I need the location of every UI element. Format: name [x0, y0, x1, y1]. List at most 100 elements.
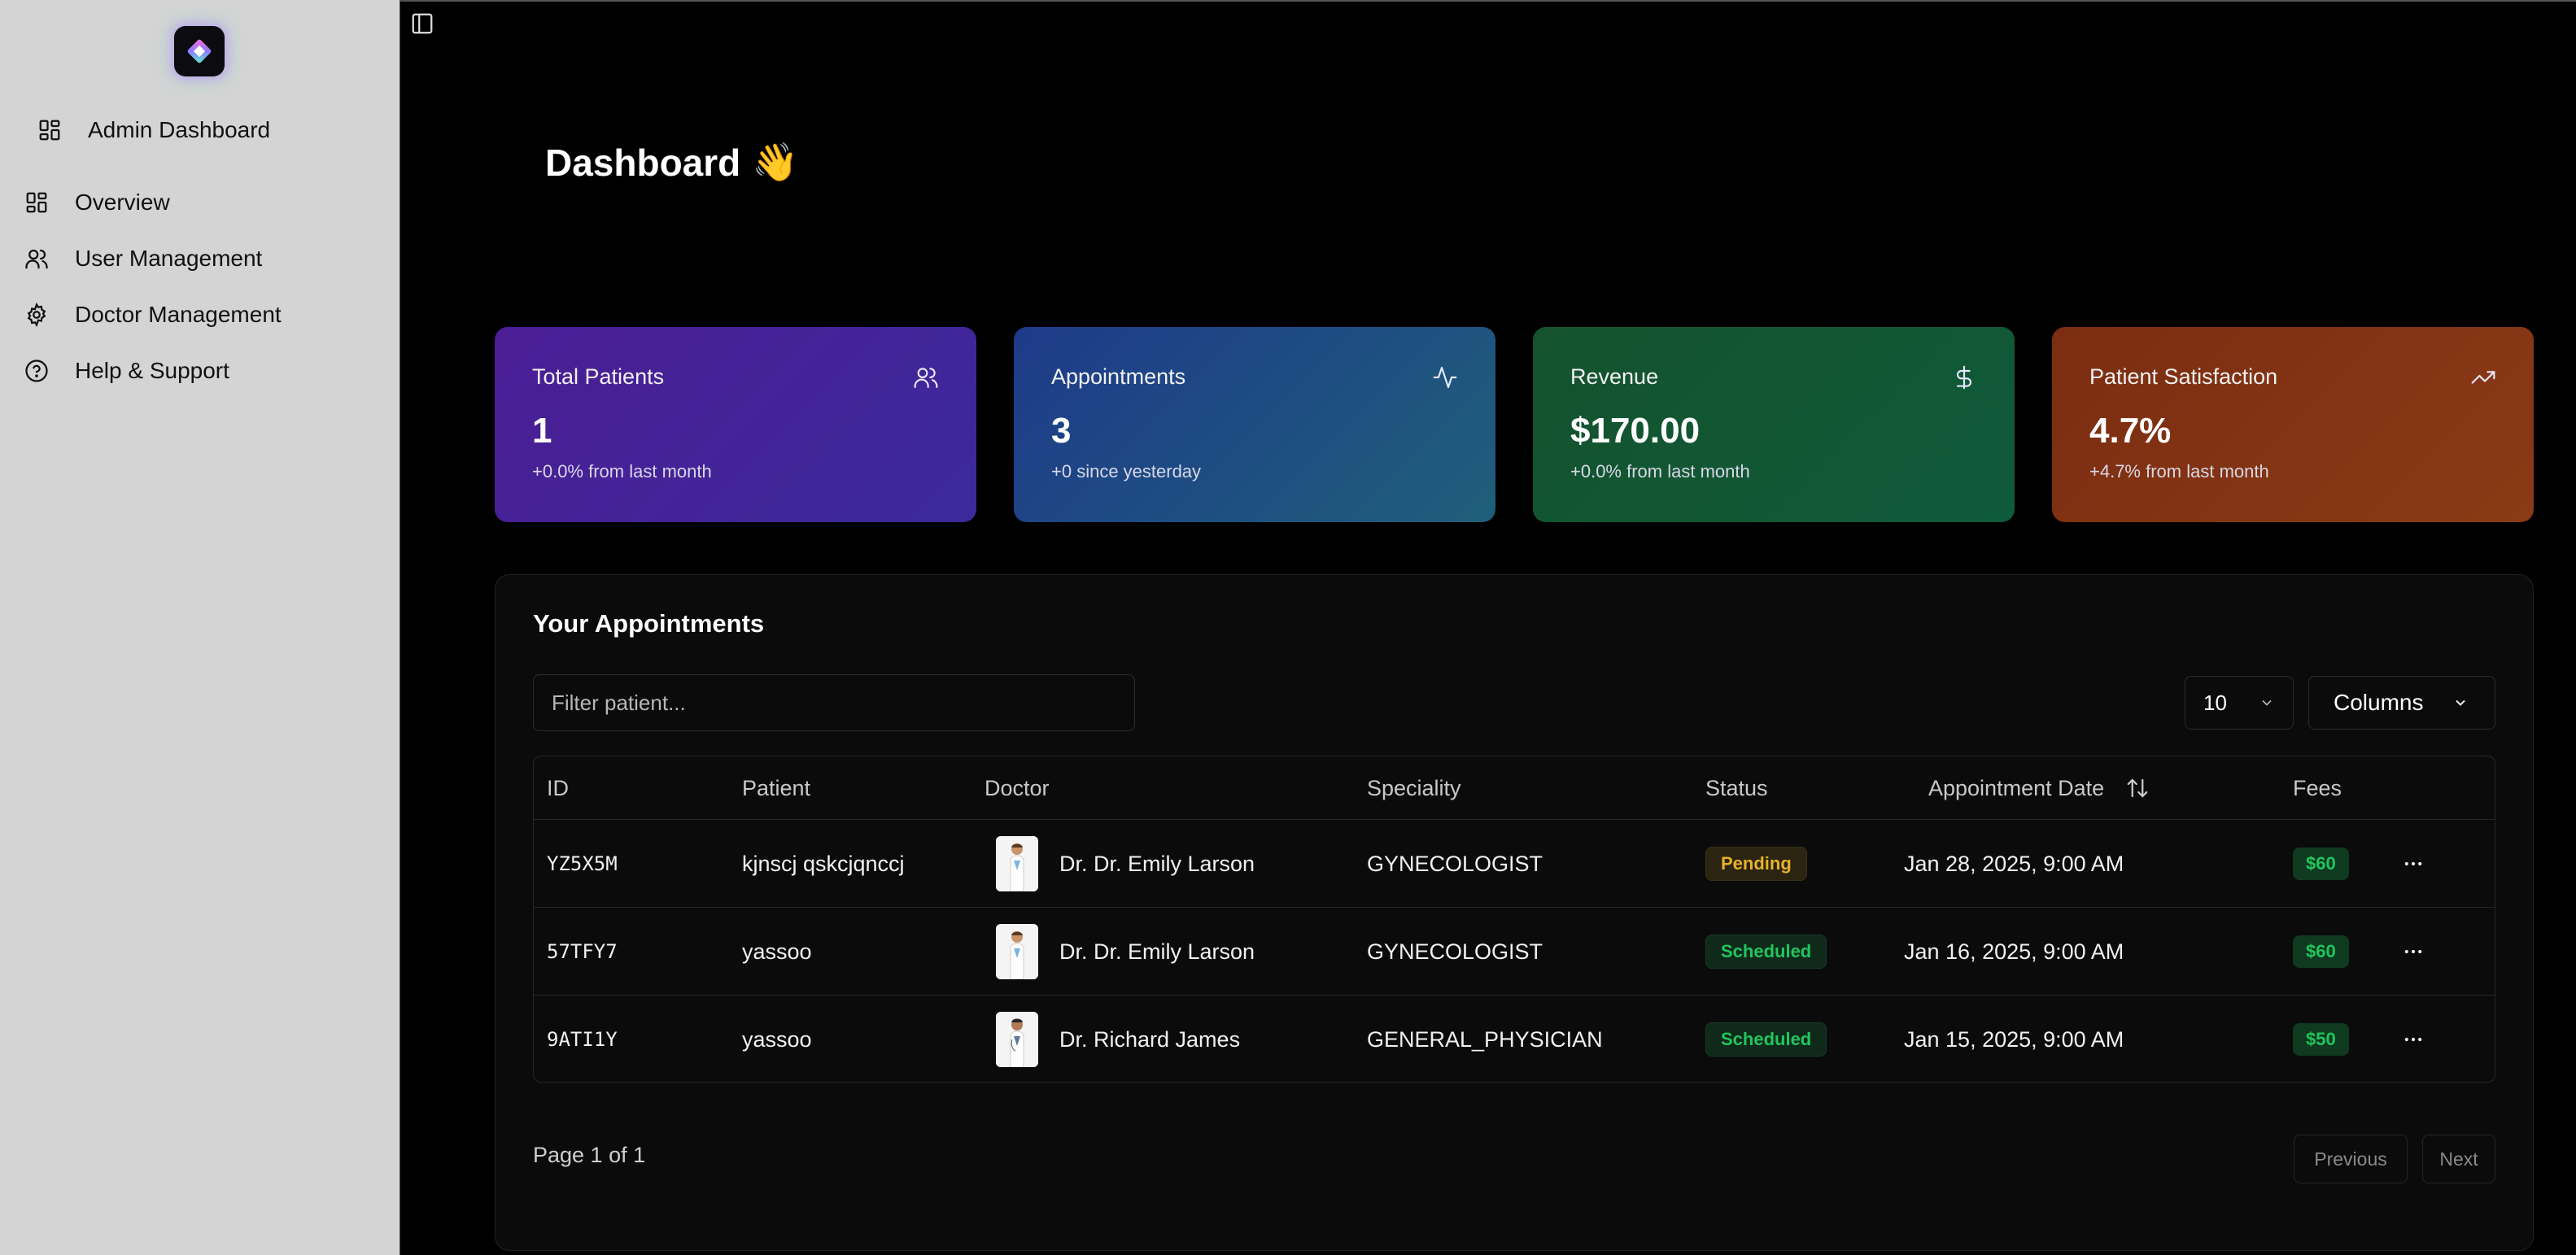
- stat-card-title: Revenue: [1570, 364, 1659, 389]
- doctor-avatar: [996, 836, 1038, 891]
- panel-left-icon: [412, 13, 433, 34]
- more-horizontal-icon: [2404, 861, 2422, 866]
- pagination-info: Page 1 of 1: [533, 1143, 646, 1167]
- cell-doctor: Dr. Richard James: [996, 996, 1241, 1082]
- sidebar-item-label: User Management: [75, 245, 263, 271]
- stat-card-patient-satisfaction: Patient Satisfaction 4.7% +4.7% from las…: [2052, 327, 2534, 522]
- sidebar-item-label: Help & Support: [75, 357, 229, 383]
- columns-button[interactable]: Columns: [2308, 676, 2495, 730]
- sidebar-toggle-button[interactable]: [410, 11, 434, 36]
- grid-icon: [23, 189, 50, 216]
- cell-patient: yassoo: [742, 1026, 812, 1052]
- sort-arrows-icon: [2127, 778, 2148, 798]
- page-title-text: Dashboard: [545, 141, 741, 184]
- doctor-name: Dr. Dr. Emily Larson: [1059, 939, 1255, 964]
- cell-doctor: Dr. Dr. Emily Larson: [996, 908, 1255, 996]
- stat-card-value: 3: [1051, 411, 1072, 451]
- cell-status: Scheduled: [1705, 908, 1827, 996]
- appointments-title: Your Appointments: [533, 609, 765, 638]
- filter-patient-input[interactable]: [533, 674, 1135, 731]
- cell-id: 57TFY7: [547, 940, 618, 963]
- cell-patient: kjnscj qskcjqnccj: [742, 851, 905, 876]
- activity-icon: [1432, 364, 1458, 390]
- sidebar: Admin Dashboard Overview User Management…: [0, 0, 400, 1255]
- cell-doctor: Dr. Dr. Emily Larson: [996, 820, 1255, 908]
- admin-dashboard-link[interactable]: Admin Dashboard: [36, 114, 270, 146]
- previous-page-button[interactable]: Previous: [2294, 1135, 2408, 1183]
- cell-appointment-date: Jan 15, 2025, 9:00 AM: [1904, 1026, 2124, 1052]
- help-circle-icon: [23, 357, 50, 385]
- stat-card-subtext: +0.0% from last month: [1570, 461, 1750, 482]
- stat-card-subtext: +0 since yesterday: [1051, 461, 1202, 482]
- column-header-patient[interactable]: Patient: [742, 756, 810, 820]
- stat-card-revenue: Revenue $170.00 +0.0% from last month: [1533, 327, 2015, 522]
- column-header-appointment-date[interactable]: Appointment Date: [1928, 756, 2150, 820]
- stat-card-value: $170.00: [1570, 411, 1701, 451]
- cell-status: Pending: [1705, 820, 1807, 908]
- table-header: ID Patient Doctor Speciality Status Appo…: [534, 756, 2495, 820]
- table-row[interactable]: YZ5X5M kjnscj qskcjqnccj Dr. Dr. Emily L…: [534, 820, 2495, 908]
- cell-speciality: GYNECOLOGIST: [1367, 851, 1543, 876]
- stat-card-title: Appointments: [1051, 364, 1186, 389]
- more-horizontal-icon: [2404, 1037, 2422, 1042]
- cell-patient: yassoo: [742, 939, 812, 964]
- logo-diamond-icon: [187, 39, 212, 63]
- waving-hand-emoji: 👋: [752, 141, 799, 183]
- app-logo[interactable]: [174, 26, 225, 76]
- cell-speciality: GYNECOLOGIST: [1367, 939, 1543, 964]
- cell-actions: [2397, 996, 2430, 1082]
- doctor-avatar: [996, 1012, 1038, 1067]
- cell-id: YZ5X5M: [547, 852, 618, 875]
- sidebar-item-user-management[interactable]: User Management: [23, 230, 282, 286]
- admin-dashboard-label: Admin Dashboard: [88, 117, 271, 142]
- stat-card-value: 4.7%: [2089, 411, 2172, 451]
- fee-badge: $60: [2293, 935, 2349, 968]
- sidebar-item-overview[interactable]: Overview: [23, 174, 282, 230]
- chevron-down-icon: [2456, 699, 2465, 706]
- column-header-speciality[interactable]: Speciality: [1367, 756, 1461, 820]
- cell-appointment-date: Jan 16, 2025, 9:00 AM: [1904, 939, 2124, 964]
- sidebar-item-help-support[interactable]: Help & Support: [23, 342, 282, 399]
- table-row[interactable]: 9ATI1Y yassoo Dr. Richard James GENERAL_…: [534, 996, 2495, 1082]
- doctor-name: Dr. Richard James: [1059, 1026, 1241, 1052]
- cell-fees: $50: [2293, 996, 2349, 1082]
- cell-fees: $60: [2293, 908, 2349, 996]
- column-header-fees[interactable]: Fees: [2293, 756, 2342, 820]
- appointments-panel: Your Appointments 10 Columns ID Patient …: [495, 574, 2534, 1251]
- cell-status: Scheduled: [1705, 996, 1827, 1082]
- columns-label: Columns: [2334, 690, 2424, 715]
- column-header-status[interactable]: Status: [1705, 756, 1768, 820]
- stat-card-subtext: +4.7% from last month: [2089, 461, 2269, 482]
- cell-speciality: GENERAL_PHYSICIAN: [1367, 1026, 1603, 1052]
- gear-icon: [23, 301, 50, 329]
- page-size-select[interactable]: 10: [2185, 676, 2294, 730]
- sidebar-item-doctor-management[interactable]: Doctor Management: [23, 286, 282, 342]
- stats-cards: Total Patients 1 +0.0% from last month A…: [495, 327, 2534, 522]
- status-badge: Pending: [1705, 847, 1807, 881]
- cell-appointment-date: Jan 28, 2025, 9:00 AM: [1904, 851, 2124, 876]
- sidebar-item-label: Doctor Management: [75, 301, 282, 327]
- top-border: [400, 0, 2576, 2]
- row-actions-button[interactable]: [2397, 848, 2430, 880]
- grid-icon: [36, 116, 63, 144]
- next-page-button[interactable]: Next: [2422, 1135, 2495, 1183]
- column-header-label: Appointment Date: [1928, 775, 2105, 800]
- trending-up-icon: [2470, 364, 2496, 390]
- doctor-avatar: [996, 924, 1038, 979]
- more-horizontal-icon: [2404, 949, 2422, 954]
- cell-actions: [2397, 820, 2430, 908]
- row-actions-button[interactable]: [2397, 1023, 2430, 1056]
- stat-card-total-patients: Total Patients 1 +0.0% from last month: [495, 327, 976, 522]
- users-icon: [913, 364, 939, 390]
- column-header-id[interactable]: ID: [547, 756, 569, 820]
- stat-card-title: Patient Satisfaction: [2089, 364, 2278, 389]
- page-title: Dashboard 👋: [545, 140, 799, 185]
- appointments-table: ID Patient Doctor Speciality Status Appo…: [533, 756, 2495, 1083]
- sidebar-item-label: Overview: [75, 189, 170, 215]
- fee-badge: $50: [2293, 1023, 2349, 1056]
- table-row[interactable]: 57TFY7 yassoo Dr. Dr. Emily Larson GYNEC…: [534, 908, 2495, 996]
- stat-card-appointments: Appointments 3 +0 since yesterday: [1014, 327, 1495, 522]
- status-badge: Scheduled: [1705, 1022, 1827, 1057]
- row-actions-button[interactable]: [2397, 935, 2430, 968]
- column-header-doctor[interactable]: Doctor: [985, 756, 1050, 820]
